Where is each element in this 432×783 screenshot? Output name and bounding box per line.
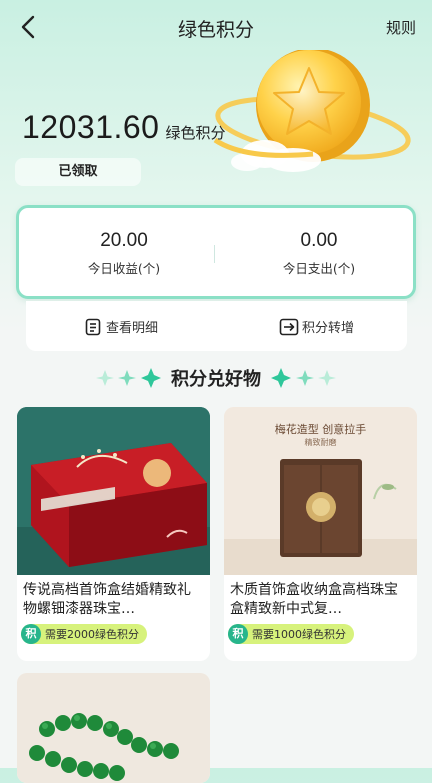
- sparkle-right-icon: [271, 368, 336, 388]
- points-badge-icon: 积: [21, 624, 41, 644]
- product-image: 梅花造型 创意拉手 精致耐磨: [224, 407, 417, 575]
- section-title: 积分兑好物: [171, 369, 261, 390]
- today-expense-value: 0.00: [300, 230, 338, 251]
- points-balance: 12031.60 绿色积分: [22, 109, 225, 146]
- document-icon: [85, 318, 101, 335]
- points-requirement-text: 需要2000绿色积分: [45, 628, 139, 641]
- action-bar: 查看明细 积分转增: [26, 301, 407, 351]
- transfer-points-label: 积分转增: [302, 321, 355, 336]
- rules-link[interactable]: 规则: [386, 17, 416, 38]
- transfer-points-button[interactable]: 积分转增: [279, 317, 354, 336]
- image-subcaption: 精致耐磨: [304, 438, 337, 447]
- today-expense-label: 今日支出(个): [282, 261, 356, 276]
- stats-card: 20.00 今日收益(个) 0.00 今日支出(个): [16, 205, 416, 299]
- points-unit: 绿色积分: [165, 124, 226, 142]
- view-details-button[interactable]: 查看明细: [84, 317, 158, 336]
- points-requirement: 积 需要2000绿色积分: [21, 624, 147, 644]
- product-card[interactable]: 传说高档首饰盒结婚精致礼物螺钿漆器珠宝… 积 需要2000绿色积分: [17, 407, 210, 661]
- product-card[interactable]: 梅花造型 创意拉手 精致耐磨 木质首饰盒收纳盒高档珠宝盒精致新中式复… 积 需要…: [224, 407, 417, 661]
- transfer-icon: [279, 318, 299, 335]
- today-income-label: 今日收益(个): [87, 261, 161, 276]
- today-income-value: 20.00: [100, 230, 148, 251]
- image-caption: 梅花造型 创意拉手: [274, 423, 367, 436]
- product-name: 木质首饰盒收纳盒高档珠宝盒精致新中式复…: [230, 582, 398, 617]
- top-bar: 绿色积分 规则: [0, 0, 432, 54]
- product-card[interactable]: [17, 673, 210, 783]
- points-value: 12031.60: [22, 109, 160, 145]
- sparkle-left-icon: [96, 368, 161, 388]
- page-title: 绿色积分: [177, 19, 254, 41]
- points-requirement-text: 需要1000绿色积分: [252, 628, 346, 641]
- today-expense: 0.00 今日支出(个): [224, 230, 414, 277]
- product-name: 传说高档首饰盒结婚精致礼物螺钿漆器珠宝…: [23, 582, 191, 617]
- section-heading: 积分兑好物: [0, 365, 432, 391]
- product-image: [17, 407, 210, 575]
- points-badge-icon: 积: [228, 624, 248, 644]
- stats-divider: [214, 245, 215, 263]
- points-requirement: 积 需要1000绿色积分: [228, 624, 354, 644]
- product-image: [17, 673, 210, 783]
- today-income: 20.00 今日收益(个): [29, 230, 219, 277]
- view-details-label: 查看明细: [106, 321, 159, 336]
- claimed-badge[interactable]: 已领取: [15, 158, 141, 186]
- coin-star-illustration: [205, 48, 420, 180]
